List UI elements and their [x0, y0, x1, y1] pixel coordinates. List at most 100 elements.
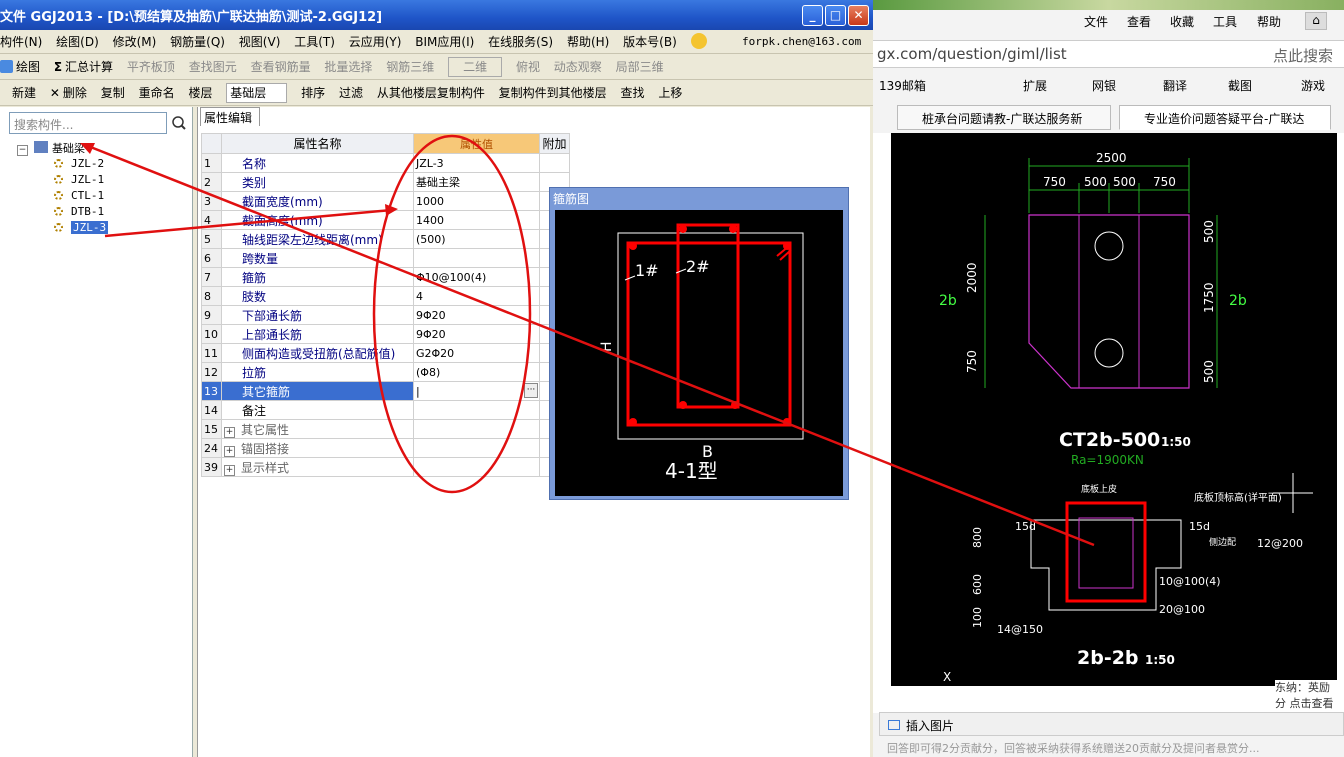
rebar-3d-button[interactable]: 钢筋三维 — [386, 55, 434, 79]
menu-item-rebar[interactable]: 钢筋量(Q) — [170, 30, 225, 53]
sigma-icon: Σ — [53, 60, 63, 74]
menu-item-draw[interactable]: 绘图(D) — [56, 30, 99, 53]
menu-item-bim[interactable]: BIM应用(I) — [415, 30, 474, 53]
section-mark-right: 2b — [1229, 293, 1247, 309]
view-2d-select[interactable]: 二维 — [448, 57, 503, 77]
tree-item-jzl-3[interactable]: JZL-3 — [54, 221, 109, 234]
summary-calc-button[interactable]: Σ 汇总计算 — [54, 55, 113, 79]
tree-item-ctl-1[interactable]: CTL-1 — [54, 189, 104, 202]
stirrup-diagram-window[interactable]: 箍筋图 1# 2# H B 4-1型 — [549, 187, 849, 500]
rebar-dot — [629, 418, 637, 426]
prop-row-selected[interactable]: 13 其它箍筋 | ··· — [201, 381, 570, 401]
menu-item-component[interactable]: 构件(N) — [0, 30, 42, 53]
component-search-input[interactable]: 搜索构件... — [9, 112, 167, 134]
menu-item-cloud[interactable]: 云应用(Y) — [349, 30, 402, 53]
prop-row[interactable]: 7 箍筋 Φ10@100(4) — [201, 267, 570, 287]
menu-item-help[interactable]: 帮助(H) — [567, 30, 609, 53]
axis-x-icon: X — [943, 670, 951, 684]
menu-item-tools[interactable]: 工具(T) — [294, 30, 335, 53]
other-stirrup-input[interactable]: | ··· — [413, 381, 540, 401]
expand-icon[interactable]: + — [224, 464, 235, 476]
prop-row[interactable]: 10 上部通长筋 9Φ20 — [201, 324, 570, 344]
prop-row[interactable]: 6 跨数量 — [201, 248, 570, 268]
stirrup-label-1: 1# — [635, 261, 659, 280]
prop-row[interactable]: 1 名称 JZL-3 — [201, 153, 570, 173]
dynamic-view-button[interactable]: 动态观察 — [554, 55, 602, 79]
prop-row[interactable]: 9 下部通长筋 9Φ20 — [201, 305, 570, 325]
collapse-icon[interactable]: − — [17, 145, 28, 156]
tab-property-edit[interactable]: 属性编辑 — [200, 107, 260, 126]
find-element-button[interactable]: 查找图元 — [189, 55, 237, 79]
view-rebar-button[interactable]: 查看钢筋量 — [251, 55, 311, 79]
align-slab-top-button[interactable]: 平齐板顶 — [127, 55, 175, 79]
new-button[interactable]: 新建 — [0, 81, 36, 105]
browser-home-icon[interactable]: ⌂ — [1305, 12, 1327, 30]
favorites-bar: 139邮箱 扩展 网银 翻译 截图 游戏 — [873, 72, 1344, 98]
copy-button[interactable]: 复制 — [101, 81, 125, 105]
tree-item-jzl-1[interactable]: JZL-1 — [54, 173, 104, 186]
stirrup-label-2: 2# — [686, 257, 710, 276]
sort-button[interactable]: 排序 — [301, 81, 325, 105]
fav-translate[interactable]: 翻译 — [1163, 77, 1187, 94]
move-up-button[interactable]: 上移 — [658, 81, 682, 105]
close-button[interactable]: ✕ — [848, 5, 869, 26]
browser-tab-2-active[interactable]: 专业造价问题答疑平台-广联达 — [1119, 105, 1331, 130]
pile-cap-outline — [1028, 214, 1190, 389]
fav-bank[interactable]: 网银 — [1092, 77, 1116, 94]
menu-item-modify[interactable]: 修改(M) — [113, 30, 157, 53]
browser-menu-favorites[interactable]: 收藏 — [1170, 13, 1194, 30]
prop-row[interactable]: 3 截面宽度(mm) 1000 — [201, 191, 570, 211]
draw-button[interactable]: 绘图 — [0, 55, 40, 79]
fav-games[interactable]: 游戏 — [1301, 77, 1325, 94]
menu-item-version[interactable]: 版本号(B) — [623, 30, 677, 53]
prop-group-row[interactable]: 15 + 其它属性 — [201, 419, 570, 439]
prop-row[interactable]: 8 肢数 4 — [201, 286, 570, 306]
address-bar[interactable]: gx.com/question/giml/list 点此搜索 — [873, 40, 1344, 68]
prop-group-row[interactable]: 39 + 显示样式 — [201, 457, 570, 477]
browser-tab-1[interactable]: 桩承台问题请教-广联达服务新 — [897, 105, 1111, 130]
user-account[interactable]: forpk.chen@163.com — [742, 30, 861, 53]
minimize-button[interactable]: _ — [802, 5, 823, 26]
fav-extensions[interactable]: 扩展 — [1023, 77, 1047, 94]
answer-hint-textarea[interactable]: 回答即可得2分贡献分，回答被采纳获得系统赠送20贡献分及提问者悬赏分... — [887, 740, 1344, 757]
fav-139mail[interactable]: 139邮箱 — [879, 77, 926, 94]
browser-menu-help[interactable]: 帮助 — [1257, 13, 1281, 30]
local-3d-button[interactable]: 局部三维 — [616, 55, 664, 79]
insert-image-bar[interactable]: 插入图片 — [879, 712, 1344, 736]
rebar-dot — [679, 401, 687, 409]
prop-row[interactable]: 12 拉筋 (Φ8) — [201, 362, 570, 382]
find-button[interactable]: 查找 — [621, 81, 645, 105]
browser-menu-view[interactable]: 查看 — [1127, 13, 1151, 30]
batch-select-button[interactable]: 批量选择 — [324, 55, 372, 79]
search-hint[interactable]: 点此搜索 — [1273, 45, 1333, 66]
prop-row[interactable]: 14 备注 — [201, 400, 570, 420]
copy-to-floor-button[interactable]: 复制构件到其他楼层 — [499, 81, 607, 105]
expand-icon[interactable]: + — [224, 445, 235, 457]
browser-menu-file[interactable]: 文件 — [1084, 13, 1108, 30]
ellipsis-button[interactable]: ··· — [524, 383, 538, 398]
browser-menu-tools[interactable]: 工具 — [1213, 13, 1237, 30]
top-view-button[interactable]: 俯视 — [516, 55, 540, 79]
copy-from-floor-button[interactable]: 从其他楼层复制构件 — [377, 81, 485, 105]
stirrup-diagram-svg: 1# 2# H B 4-1型 — [599, 223, 804, 483]
menu-item-view[interactable]: 视图(V) — [239, 30, 281, 53]
address-url[interactable]: gx.com/question/giml/list — [877, 45, 1067, 63]
tree-item-dtb-1[interactable]: DTB-1 — [54, 205, 104, 218]
prop-row[interactable]: 5 轴线距梁左边线距离(mm) (500) — [201, 229, 570, 249]
maximize-button[interactable]: □ — [825, 5, 846, 26]
expand-icon[interactable]: + — [224, 426, 235, 438]
delete-button[interactable]: ✕ 删除 — [50, 81, 87, 105]
fav-screenshot[interactable]: 截图 — [1228, 77, 1252, 94]
tree-root-foundation-beam[interactable]: − 基础梁 — [17, 140, 85, 156]
prop-row[interactable]: 4 截面高度(mm) 1400 — [201, 210, 570, 230]
search-icon[interactable] — [171, 114, 187, 132]
prop-row[interactable]: 2 类别 基础主梁 — [201, 172, 570, 192]
prop-group-row[interactable]: 24 + 锚固搭接 — [201, 438, 570, 458]
floor-select[interactable]: 基础层 — [226, 83, 288, 103]
menu-item-online[interactable]: 在线服务(S) — [488, 30, 553, 53]
filter-button[interactable]: 过滤 — [339, 81, 363, 105]
tree-item-jzl-2[interactable]: JZL-2 — [54, 157, 104, 170]
rename-button[interactable]: 重命名 — [139, 81, 175, 105]
cad-note-bot: 底板上皮 — [1081, 483, 1117, 495]
prop-row[interactable]: 11 侧面构造或受扭筋(总配筋值) G2Φ20 — [201, 343, 570, 363]
